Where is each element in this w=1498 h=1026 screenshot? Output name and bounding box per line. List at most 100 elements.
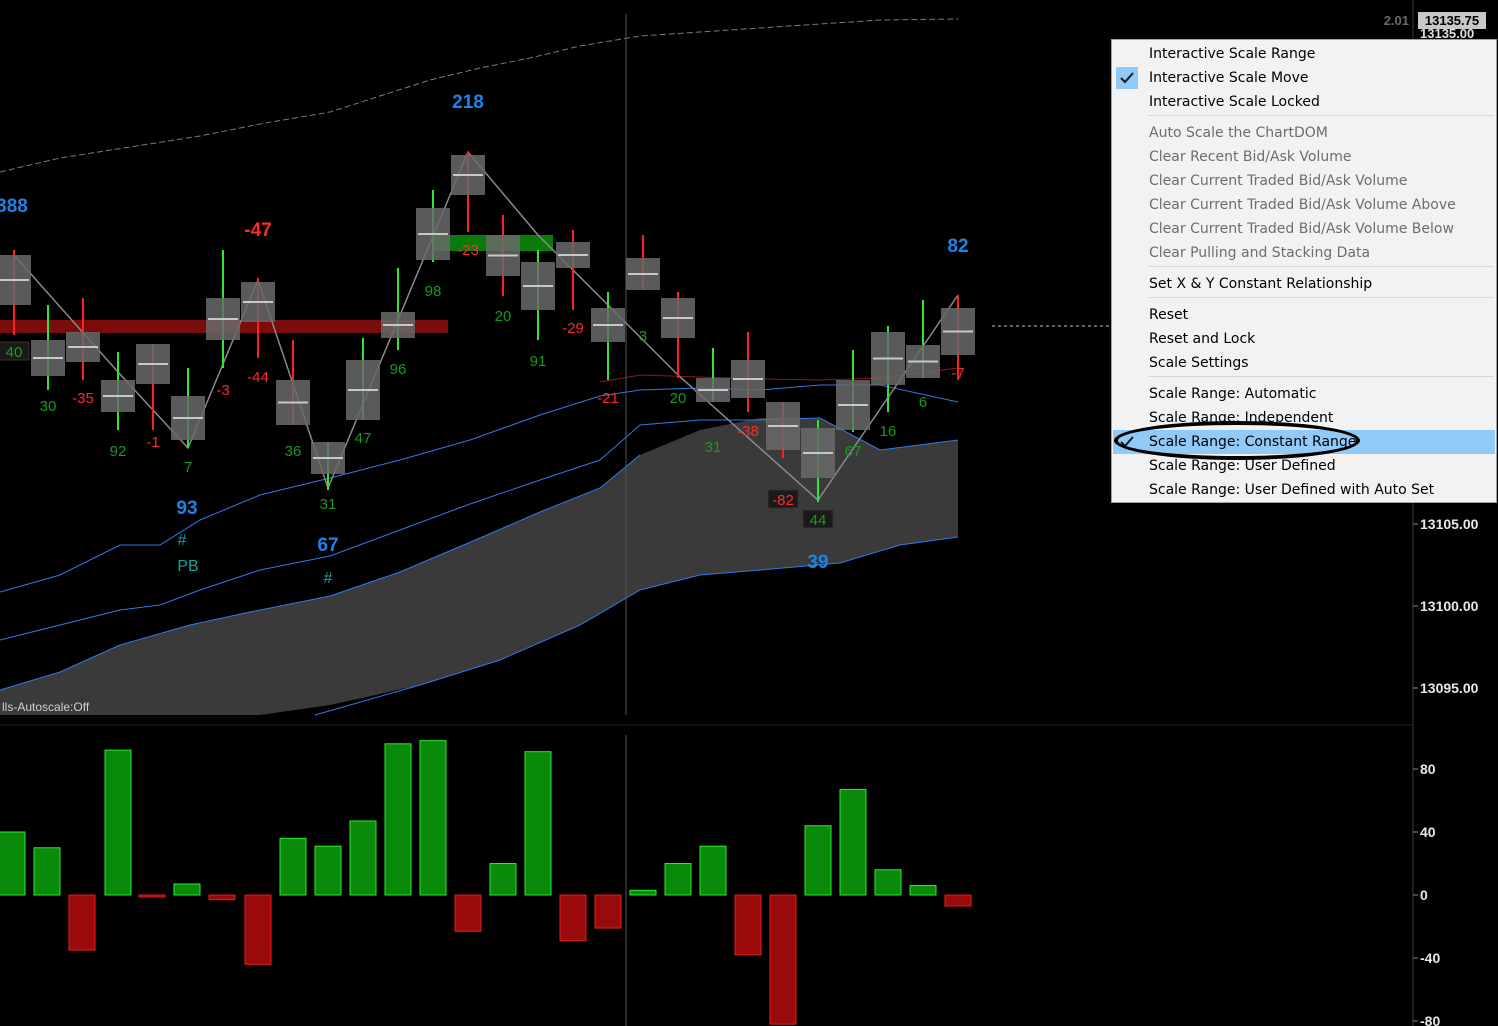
delta-label: -35 [72, 390, 94, 407]
delta-label: 67 [845, 443, 862, 460]
delta-label: -21 [597, 390, 619, 407]
menu-item-scale-settings[interactable]: Scale Settings [1113, 351, 1495, 375]
chart-marker: PB [177, 558, 198, 575]
delta-label: -38 [737, 423, 759, 440]
menu-separator [1148, 376, 1494, 377]
menu-item-clear-recent-bid-ask-volume: Clear Recent Bid/Ask Volume [1113, 145, 1495, 169]
volume-bar [349, 820, 377, 896]
delta-label: 20 [495, 308, 512, 325]
chart-marker: # [178, 532, 187, 549]
menu-item-interactive-scale-range[interactable]: Interactive Scale Range [1113, 42, 1495, 66]
menu-item-label: Scale Range: User Defined with Auto Set [1149, 482, 1435, 498]
volume-bar [839, 788, 867, 896]
volume-tick-label: -40 [1420, 950, 1440, 966]
delta-label: 96 [390, 361, 407, 378]
menu-item-scale-range-user-defined[interactable]: Scale Range: User Defined [1113, 454, 1495, 478]
menu-item-label: Set X & Y Constant Relationship [1149, 276, 1373, 292]
delta-label: 3 [639, 328, 647, 345]
menu-item-label: Scale Settings [1149, 355, 1249, 371]
volume-bar [699, 845, 727, 896]
delta-label: 31 [705, 439, 722, 456]
delta-label: -29 [562, 320, 584, 337]
delta-label: 36 [285, 443, 302, 460]
menu-item-label: Clear Recent Bid/Ask Volume [1149, 149, 1352, 165]
menu-item-label: Interactive Scale Move [1149, 70, 1309, 86]
menu-item-set-x-y-constant-relationship[interactable]: Set X & Y Constant Relationship [1113, 272, 1495, 296]
delta-label: 98 [425, 283, 442, 300]
swing-label: 39 [807, 552, 828, 573]
volume-bar [594, 894, 622, 929]
volume-bar [0, 831, 26, 896]
menu-item-clear-pulling-and-stacking-data: Clear Pulling and Stacking Data [1113, 241, 1495, 265]
volume-bar [138, 894, 166, 898]
menu-item-clear-current-traded-bid-ask-volume-below: Clear Current Traded Bid/Ask Volume Belo… [1113, 217, 1495, 241]
volume-bar [804, 825, 832, 896]
volume-tick-label: 0 [1420, 887, 1428, 903]
volume-bar [68, 894, 96, 951]
menu-item-reset[interactable]: Reset [1113, 303, 1495, 327]
menu-item-interactive-scale-locked[interactable]: Interactive Scale Locked [1113, 90, 1495, 114]
volume-bar [454, 894, 482, 932]
delta-label: 31 [320, 496, 337, 513]
delta-label: -3 [216, 382, 229, 399]
spread-readout: 2.01 [1384, 13, 1409, 28]
price-readout: 13135.75 [1418, 12, 1486, 29]
menu-item-scale-range-user-defined-with-auto-set[interactable]: Scale Range: User Defined with Auto Set [1113, 478, 1495, 502]
volume-bar [629, 889, 657, 896]
volume-bar [524, 751, 552, 896]
swing-label: 388 [0, 196, 28, 217]
menu-item-auto-scale-the-chartdom: Auto Scale the ChartDOM [1113, 121, 1495, 145]
volume-bar [664, 863, 692, 896]
volume-bar [173, 883, 201, 896]
delta-label: -1 [146, 434, 159, 451]
volume-bar [769, 894, 797, 1025]
volume-tick-label: -80 [1420, 1013, 1440, 1026]
delta-label: 47 [355, 430, 372, 447]
delta-label: 91 [530, 353, 547, 370]
menu-item-interactive-scale-move[interactable]: Interactive Scale Move [1113, 66, 1495, 90]
delta-label: 44 [810, 512, 827, 529]
menu-item-label: Reset and Lock [1149, 331, 1256, 347]
menu-item-label: Scale Range: User Defined [1149, 458, 1336, 474]
volume-bar [384, 743, 412, 896]
menu-item-reset-and-lock[interactable]: Reset and Lock [1113, 327, 1495, 351]
volume-bar [33, 847, 61, 896]
menu-separator [1148, 115, 1494, 116]
delta-label: 30 [40, 398, 57, 415]
volume-bar [208, 894, 236, 901]
volume-bar [104, 749, 132, 896]
delta-label: -23 [457, 242, 479, 259]
volume-bar [244, 894, 272, 965]
delta-label: 40 [6, 344, 23, 361]
price-tick-label: 13100.00 [1420, 598, 1479, 614]
menu-item-label: Clear Pulling and Stacking Data [1149, 245, 1371, 261]
menu-item-scale-range-constant-range[interactable]: Scale Range: Constant Range [1113, 430, 1495, 454]
chart-marker: # [324, 570, 333, 587]
menu-item-label: Interactive Scale Range [1149, 46, 1316, 62]
checkmark-icon [1116, 431, 1138, 453]
delta-label: 6 [919, 394, 927, 411]
volume-bar [734, 894, 762, 956]
swing-label: 218 [452, 92, 484, 113]
volume-bar [279, 837, 307, 896]
swing-label: 67 [317, 535, 338, 556]
volume-bar [314, 845, 342, 896]
swing-label: 93 [176, 498, 197, 519]
volume-tick-label: 80 [1420, 761, 1436, 777]
menu-item-label: Clear Current Traded Bid/Ask Volume Belo… [1149, 221, 1454, 237]
menu-item-label: Scale Range: Automatic [1149, 386, 1317, 402]
delta-label: 92 [110, 443, 127, 460]
scale-context-menu[interactable]: Interactive Scale Range Interactive Scale… [1111, 39, 1497, 503]
price-tick-label: 13095.00 [1420, 680, 1479, 696]
swing-label: -47 [244, 220, 271, 241]
menu-item-label: Scale Range: Independent [1149, 410, 1334, 426]
price-tick-label: 13105.00 [1420, 516, 1479, 532]
menu-item-label: Scale Range: Constant Range [1149, 434, 1357, 450]
menu-item-scale-range-automatic[interactable]: Scale Range: Automatic [1113, 382, 1495, 406]
delta-label: 16 [880, 423, 897, 440]
menu-item-label: Reset [1149, 307, 1189, 323]
menu-item-clear-current-traded-bid-ask-volume-above: Clear Current Traded Bid/Ask Volume Abov… [1113, 193, 1495, 217]
menu-item-scale-range-independent[interactable]: Scale Range: Independent [1113, 406, 1495, 430]
autoscale-status: lls-Autoscale:Off [2, 700, 90, 714]
menu-item-label: Interactive Scale Locked [1149, 94, 1320, 110]
